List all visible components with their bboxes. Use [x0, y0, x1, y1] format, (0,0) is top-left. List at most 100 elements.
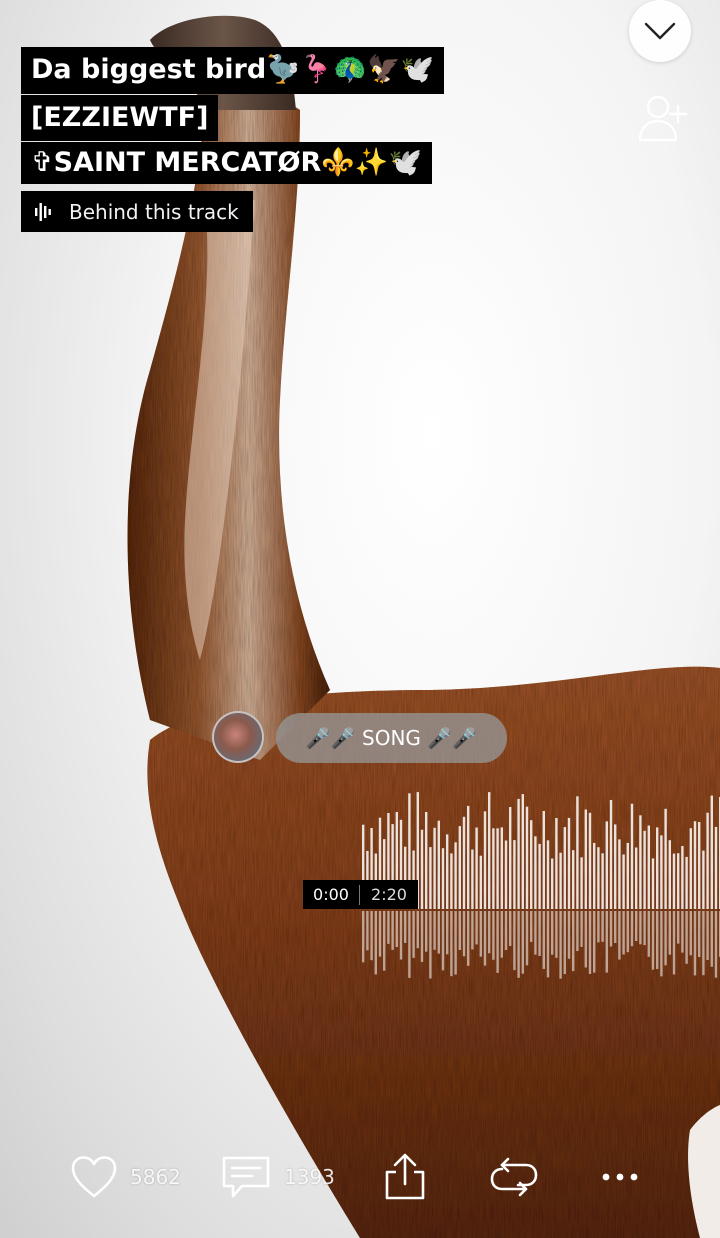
waveform-bar-reflection	[546, 911, 550, 978]
waveform-bar-reflection	[538, 911, 541, 956]
waveform-bar-reflection	[593, 911, 596, 973]
more-options-button[interactable]	[598, 1150, 642, 1204]
waveform-bar	[677, 853, 680, 909]
waveform-bar	[693, 821, 697, 909]
waveform-bar-reflection	[467, 911, 470, 966]
waveform-bar-reflection	[702, 911, 705, 976]
waveform-bar-reflection	[559, 911, 562, 979]
behind-this-track-button[interactable]: Behind this track	[21, 191, 253, 232]
waveform-bar	[559, 852, 562, 909]
waveform-bar	[530, 820, 533, 909]
waveform-bar-reflection	[668, 911, 671, 955]
waveform-bar	[630, 803, 634, 909]
uploader-name[interactable]: ✞SAINT MERCATØR⚜️✨🕊️	[21, 142, 433, 184]
waveform-bar-reflection	[500, 911, 503, 958]
more-icon	[602, 1173, 638, 1181]
waveform-bar-reflection	[656, 911, 659, 970]
waveform-bar-reflection	[450, 911, 453, 977]
waveform-bar	[546, 840, 550, 909]
commenter-avatar[interactable]	[212, 711, 264, 763]
waveform-bar	[714, 826, 718, 909]
waveform-bar-reflection	[567, 911, 571, 959]
waveform-bar-reflection	[630, 911, 634, 947]
waveform-bar-reflection	[420, 911, 424, 962]
waveform-bar-reflection	[622, 911, 625, 955]
waveform-bar-reflection	[395, 911, 398, 947]
waveform-bar	[618, 839, 621, 909]
waveform-bar-reflection	[660, 911, 663, 977]
waveform-bar-reflection	[408, 911, 411, 978]
waveform-bar	[542, 811, 545, 909]
waveform-bar-reflection	[374, 911, 377, 975]
waveform-bar-reflection	[458, 911, 461, 950]
waveform-bar-reflection	[597, 911, 600, 943]
waveform-bar-reflection	[651, 911, 655, 970]
waveform-bar-reflection	[714, 911, 718, 978]
waveform-bar	[584, 809, 587, 909]
waveform-bar-reflection	[614, 911, 617, 943]
waveform-bar	[437, 820, 440, 909]
waveform-bar	[668, 840, 671, 909]
timed-comment-bubble[interactable]: 🎤🎤 SONG 🎤🎤	[276, 713, 507, 763]
waveform-bar	[609, 800, 613, 909]
waveform-bar	[538, 843, 541, 909]
waveform-bar-reflection	[584, 911, 587, 968]
waveform-bar	[496, 828, 499, 909]
waveform-bar	[441, 848, 445, 909]
waveform-bar-reflection	[504, 911, 508, 950]
waveform-bar	[593, 842, 596, 909]
waveform-bar-reflection	[588, 911, 592, 974]
waveform-bar	[576, 796, 579, 909]
waveform-bar	[685, 856, 688, 909]
waveform-bar-reflection	[441, 911, 445, 971]
follow-user-button[interactable]	[636, 92, 688, 144]
waveform-bar	[651, 858, 655, 909]
comment-count: 1393	[284, 1165, 335, 1189]
share-button[interactable]	[382, 1150, 428, 1204]
waveform-bar-reflection	[534, 911, 537, 955]
waveform-bar	[702, 850, 705, 909]
waveform-bar-reflection	[404, 911, 407, 943]
waveform-bar-reflection	[391, 911, 394, 950]
waveform-bar-reflection	[399, 911, 403, 960]
waveform-bar-reflection	[698, 911, 701, 957]
waveform-bar-reflection	[517, 911, 520, 978]
waveform-bar	[698, 822, 701, 909]
chevron-down-icon	[644, 22, 676, 40]
comments-button[interactable]: 1393	[220, 1150, 335, 1204]
waveform-bar	[555, 818, 558, 909]
track-player-screen: Da biggest bird🦤🦩🦚🦅🕊️ [EZZIEWTF] ✞SAINT …	[0, 0, 720, 1238]
waveform-bar	[521, 794, 524, 909]
waveform-bar	[420, 829, 424, 909]
waveform-bars-icon	[35, 202, 51, 221]
waveform-bar-reflection	[525, 911, 529, 966]
waveform-bar	[525, 806, 529, 909]
waveform-bar	[471, 849, 474, 909]
waveform-bar	[580, 857, 583, 909]
waveform-bar	[425, 812, 428, 909]
waveform-bar	[681, 846, 684, 909]
waveform-bar	[626, 842, 629, 909]
waveform-bar-reflection	[685, 911, 688, 964]
track-artist-tag[interactable]: [EZZIEWTF]	[21, 95, 219, 141]
waveform-bar-reflection	[488, 911, 491, 954]
waveform-bar	[458, 826, 461, 909]
waveform-bar	[492, 828, 495, 909]
waveform-bar-reflection	[605, 911, 608, 973]
track-title[interactable]: Da biggest bird🦤🦩🦚🦅🕊️	[21, 47, 445, 94]
like-button[interactable]: 5862	[70, 1150, 181, 1204]
waveform-bar-reflection	[446, 911, 449, 955]
waveform-bar	[475, 827, 478, 909]
waveform-bar	[710, 795, 713, 909]
repost-button[interactable]	[488, 1150, 540, 1204]
waveform-bar-reflection	[483, 911, 487, 966]
collapse-player-button[interactable]	[629, 0, 691, 62]
waveform-bar-reflection	[496, 911, 499, 973]
waveform-bar-reflection	[672, 911, 676, 975]
waveform-bar	[509, 807, 512, 909]
waveform-bar-reflection	[492, 911, 495, 960]
waveform-bar-reflection	[454, 911, 457, 975]
waveform-bar-reflection	[555, 911, 558, 958]
waveform-bar	[467, 805, 470, 909]
waveform-bar-reflection	[412, 911, 415, 958]
